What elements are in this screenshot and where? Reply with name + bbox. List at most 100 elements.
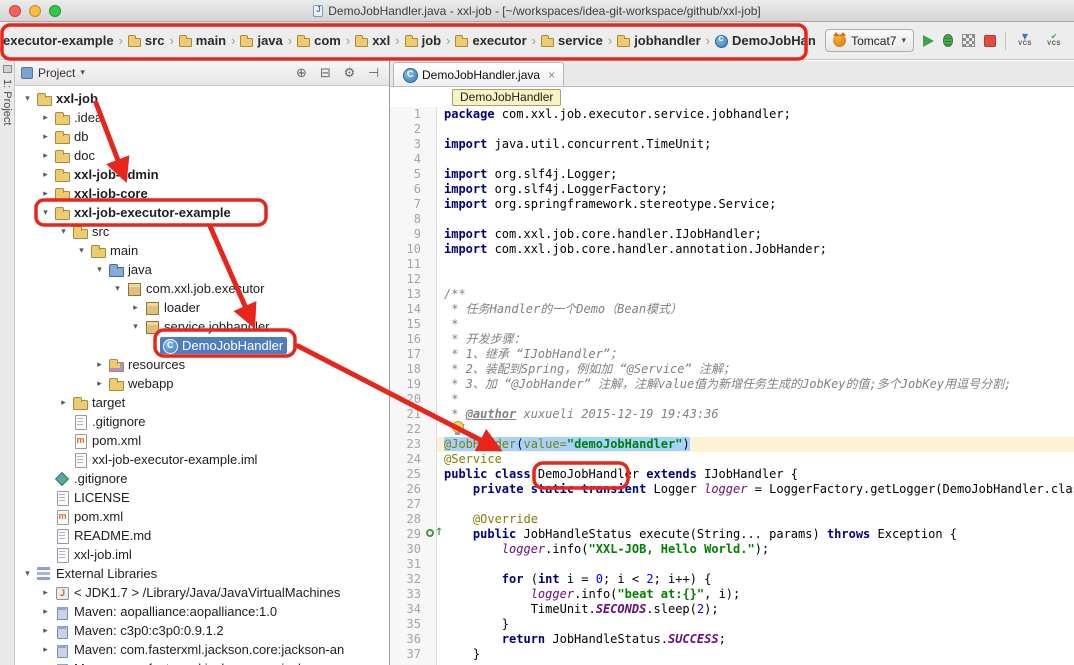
code-line[interactable]: @Override xyxy=(437,512,1074,527)
editor-tab[interactable]: DemoJobHandler.java × xyxy=(393,62,564,86)
tree-toggle-icon[interactable]: ▸ xyxy=(39,151,52,161)
tree-item[interactable]: ▾com.xxl.job.executor xyxy=(15,279,389,298)
vcs-update-button[interactable]: ▼ VCS xyxy=(1015,32,1035,50)
code-line[interactable] xyxy=(437,257,1074,272)
line-number[interactable]: 5 xyxy=(390,167,436,182)
line-number[interactable]: 7 xyxy=(390,197,436,212)
line-number[interactable]: 9 xyxy=(390,227,436,242)
tree-item[interactable]: ▸Maven: com.fasterxml.jackson.core:jacks… xyxy=(15,640,389,659)
vcs-commit-button[interactable]: ✔ VCS xyxy=(1044,32,1064,50)
line-number[interactable]: 1 xyxy=(390,107,436,122)
code-line[interactable]: * 任务Handler的一个Demo（Bean模式） xyxy=(437,302,1074,317)
line-number[interactable]: 12 xyxy=(390,272,436,287)
code-line[interactable] xyxy=(437,212,1074,227)
code-line[interactable]: * 3、加 “@JobHander” 注解，注解value值为新增任务生成的Jo… xyxy=(437,377,1074,392)
tree-item[interactable]: ▸Maven: c3p0:c3p0:0.9.1.2 xyxy=(15,621,389,640)
line-number[interactable]: 26 xyxy=(390,482,436,497)
code-line[interactable]: @Service xyxy=(437,452,1074,467)
tree-item[interactable]: ▸doc xyxy=(15,146,389,165)
code-line[interactable] xyxy=(437,152,1074,167)
tree-toggle-icon[interactable]: ▾ xyxy=(111,284,124,294)
code-line[interactable]: return JobHandleStatus.SUCCESS; xyxy=(437,632,1074,647)
code-line[interactable]: import com.xxl.job.core.handler.annotati… xyxy=(437,242,1074,257)
tree-toggle-icon[interactable]: ▸ xyxy=(39,113,52,123)
code-line[interactable]: logger.info("beat at:{}", i); xyxy=(437,587,1074,602)
line-number[interactable]: 13 xyxy=(390,287,436,302)
stop-button[interactable] xyxy=(984,35,996,47)
tree-toggle-icon[interactable]: ▾ xyxy=(75,246,88,256)
debug-button[interactable] xyxy=(943,34,953,47)
tree-toggle-icon[interactable]: ▸ xyxy=(39,588,52,598)
tree-toggle-icon[interactable]: ▸ xyxy=(39,132,52,142)
run-configuration-select[interactable]: Tomcat7 ▾ xyxy=(825,29,914,52)
tree-toggle-icon[interactable]: ▾ xyxy=(57,227,70,237)
code-line[interactable]: * 开发步骤： xyxy=(437,332,1074,347)
tree-item[interactable]: pom.xml xyxy=(15,431,389,450)
line-number[interactable]: 36 xyxy=(390,632,436,647)
code-line[interactable]: for (int i = 0; i < 2; i++) { xyxy=(437,572,1074,587)
tree-item[interactable]: xxl-job-executor-example.iml xyxy=(15,450,389,469)
project-tool-window-button[interactable]: 1: Project xyxy=(1,79,13,125)
code-line[interactable]: TimeUnit.SECONDS.sleep(2); xyxy=(437,602,1074,617)
tree-item[interactable]: ▸< JDK1.7 > /Library/Java/JavaVirtualMac… xyxy=(15,583,389,602)
tree-toggle-icon[interactable]: ▸ xyxy=(39,189,52,199)
breadcrumb-item[interactable]: service xyxy=(540,31,604,50)
line-number[interactable]: 28 xyxy=(390,512,436,527)
code-line[interactable]: import org.springframework.stereotype.Se… xyxy=(437,197,1074,212)
line-number[interactable]: 35 xyxy=(390,617,436,632)
tree-item[interactable]: ▸loader xyxy=(15,298,389,317)
line-number[interactable]: 30 xyxy=(390,542,436,557)
line-number[interactable]: 31 xyxy=(390,557,436,572)
tree-toggle-icon[interactable]: ▸ xyxy=(39,170,52,180)
tree-toggle-icon[interactable]: ▸ xyxy=(57,398,70,408)
line-number[interactable]: 33 xyxy=(390,587,436,602)
minimize-window-button[interactable] xyxy=(29,5,41,17)
breadcrumb-item[interactable]: executor xyxy=(454,31,527,50)
line-number[interactable]: 18 xyxy=(390,362,436,377)
breadcrumb-item[interactable]: xxl xyxy=(354,31,391,50)
tree-toggle-icon[interactable]: ▾ xyxy=(21,569,34,579)
line-number[interactable]: 27 xyxy=(390,497,436,512)
line-number[interactable]: 14 xyxy=(390,302,436,317)
breadcrumb-item[interactable]: jobhandler xyxy=(616,31,701,50)
line-number[interactable]: 25 xyxy=(390,467,436,482)
tree-toggle-icon[interactable]: ▸ xyxy=(129,303,142,313)
tree-toggle-icon[interactable]: ▸ xyxy=(93,379,106,389)
tree-item[interactable]: .gitignore xyxy=(15,469,389,488)
code-line[interactable]: * 2、装配到Spring，例如加 “@Service” 注解； xyxy=(437,362,1074,377)
tree-item[interactable]: ▸Maven: aopalliance:aopalliance:1.0 xyxy=(15,602,389,621)
tree-item[interactable]: README.md xyxy=(15,526,389,545)
hide-panel-button[interactable]: ⊣ xyxy=(364,66,383,81)
code-line[interactable] xyxy=(437,272,1074,287)
locate-file-button[interactable]: ⊕ xyxy=(292,66,311,81)
line-number[interactable]: 4 xyxy=(390,152,436,167)
settings-gear-icon[interactable]: ⚙ xyxy=(340,66,359,81)
tree-item[interactable]: ▾External Libraries xyxy=(15,564,389,583)
coverage-button[interactable] xyxy=(962,34,975,47)
tree-item[interactable]: ▾main xyxy=(15,241,389,260)
tree-toggle-icon[interactable]: ▸ xyxy=(39,607,52,617)
code-line[interactable]: * xyxy=(437,392,1074,407)
code-line[interactable]: import com.xxl.job.core.handler.IJobHand… xyxy=(437,227,1074,242)
tree-item[interactable]: ▸resources xyxy=(15,355,389,374)
code-line[interactable]: import java.util.concurrent.TimeUnit; xyxy=(437,137,1074,152)
line-number[interactable]: 8 xyxy=(390,212,436,227)
tree-item[interactable]: pom.xml xyxy=(15,507,389,526)
tree-toggle-icon[interactable]: ▸ xyxy=(39,626,52,636)
line-number[interactable]: 3 xyxy=(390,137,436,152)
code-line[interactable]: import org.slf4j.LoggerFactory; xyxy=(437,182,1074,197)
tree-item[interactable]: ▸target xyxy=(15,393,389,412)
close-tab-icon[interactable]: × xyxy=(548,68,555,82)
override-marker-icon[interactable]: ↑ xyxy=(426,528,443,538)
code-line[interactable]: public class DemoJobHandler extends IJob… xyxy=(437,467,1074,482)
tree-item[interactable]: ▸.idea xyxy=(15,108,389,127)
tree-item[interactable]: ▾xxl-job-executor-example xyxy=(15,203,389,222)
line-number[interactable]: 17 xyxy=(390,347,436,362)
code-line[interactable]: * xyxy=(437,317,1074,332)
line-number[interactable]: 32 xyxy=(390,572,436,587)
chevron-down-icon[interactable]: ▾ xyxy=(80,68,85,78)
tree-item[interactable]: ▾src xyxy=(15,222,389,241)
code-line[interactable]: private static transient Logger logger =… xyxy=(437,482,1074,497)
tree-toggle-icon[interactable]: ▸ xyxy=(93,360,106,370)
code-line[interactable] xyxy=(437,122,1074,137)
